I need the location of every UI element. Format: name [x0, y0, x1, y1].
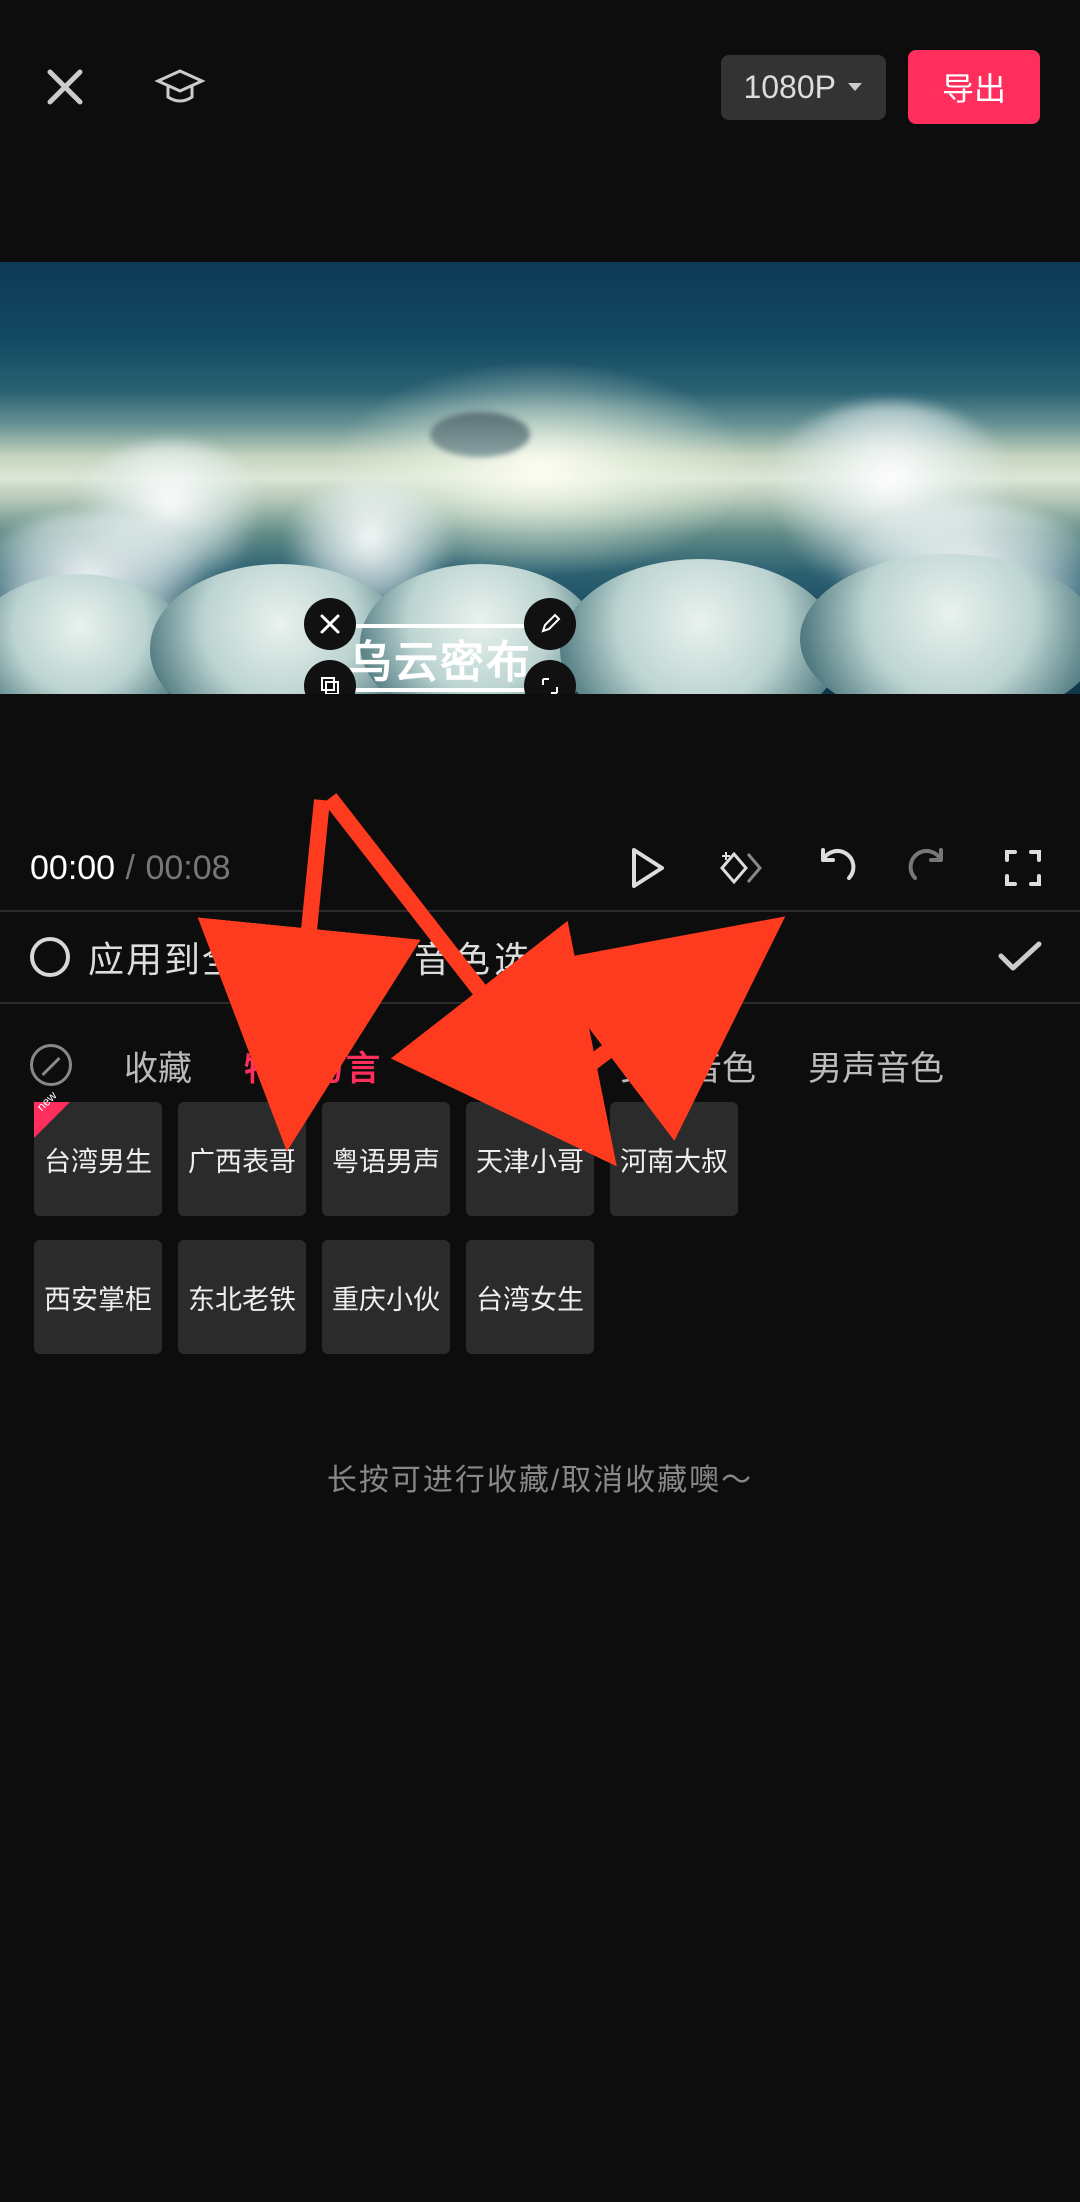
- export-button[interactable]: 导出: [908, 50, 1040, 124]
- tutorial-button[interactable]: [150, 57, 210, 117]
- category-none[interactable]: [30, 1044, 72, 1086]
- fullscreen-button[interactable]: [996, 841, 1050, 895]
- voice-label: 重庆小伙: [332, 1278, 440, 1317]
- time-separator: /: [126, 849, 135, 887]
- voice-categories: 收藏 特色方言 萌趣动漫 女声音色 男声音色: [0, 1025, 1080, 1105]
- apply-all-label: 应用到全部文本: [88, 931, 354, 983]
- hint-text: 长按可进行收藏/取消收藏噢～: [0, 1455, 1080, 1499]
- voice-option[interactable]: 粤语男声: [322, 1102, 450, 1216]
- voice-label: 台湾女生: [476, 1278, 584, 1317]
- voice-option[interactable]: 台湾男生: [34, 1102, 162, 1216]
- time-total: 00:08: [145, 849, 230, 887]
- caret-down-icon: [846, 81, 864, 93]
- voice-option[interactable]: 河南大叔: [610, 1102, 738, 1216]
- voice-option[interactable]: 东北老铁: [178, 1240, 306, 1354]
- undo-icon: [813, 848, 857, 888]
- fullscreen-icon: [1003, 848, 1043, 888]
- voice-option[interactable]: 西安掌柜: [34, 1240, 162, 1354]
- resolution-label: 1080P: [743, 69, 836, 106]
- panel-title: 音色选择: [414, 931, 574, 983]
- check-icon: [995, 938, 1045, 976]
- keyframe-add-icon: [716, 848, 766, 888]
- category-dialect[interactable]: 特色方言: [244, 1041, 380, 1090]
- confirm-button[interactable]: [990, 927, 1050, 987]
- voice-label: 广西表哥: [188, 1140, 296, 1179]
- close-icon: [319, 613, 341, 635]
- category-male[interactable]: 男声音色: [808, 1041, 944, 1090]
- apply-all-checkbox[interactable]: [30, 937, 70, 977]
- voice-option[interactable]: 台湾女生: [466, 1240, 594, 1354]
- category-anime[interactable]: 萌趣动漫: [432, 1041, 568, 1090]
- voice-label: 天津小哥: [476, 1140, 584, 1179]
- time-display: 00:00 / 00:08: [30, 849, 231, 888]
- caption-text: 乌云密布: [348, 626, 532, 690]
- voice-label: 台湾男生: [44, 1140, 152, 1179]
- graduation-cap-icon: [154, 61, 206, 113]
- category-female[interactable]: 女声音色: [620, 1041, 756, 1090]
- voice-grid: 台湾男生 广西表哥 粤语男声 天津小哥 河南大叔 西安掌柜 东北老铁 重庆小伙 …: [34, 1102, 1080, 1354]
- panel-header: 应用到全部文本 音色选择: [0, 910, 1080, 1004]
- caption-text-box[interactable]: 乌云密布: [330, 624, 550, 692]
- new-badge-icon: [34, 1102, 70, 1138]
- play-button[interactable]: [620, 841, 674, 895]
- resolution-button[interactable]: 1080P: [721, 55, 886, 120]
- redo-icon: [907, 848, 951, 888]
- resize-icon: [539, 675, 561, 694]
- time-current: 00:00: [30, 849, 115, 887]
- video-preview[interactable]: 乌云密布: [0, 262, 1080, 694]
- redo-button[interactable]: [902, 841, 956, 895]
- keyframe-button[interactable]: [714, 841, 768, 895]
- voice-label: 粤语男声: [332, 1140, 440, 1179]
- close-button[interactable]: [40, 62, 90, 112]
- pencil-icon: [539, 613, 561, 635]
- copy-icon: [319, 675, 341, 694]
- voice-option[interactable]: 天津小哥: [466, 1102, 594, 1216]
- playbar: 00:00 / 00:08: [0, 838, 1080, 898]
- voice-label: 河南大叔: [620, 1140, 728, 1179]
- voice-option[interactable]: 广西表哥: [178, 1102, 306, 1216]
- category-favorites[interactable]: 收藏: [124, 1041, 192, 1090]
- caption-delete-handle[interactable]: [304, 598, 356, 650]
- voice-label: 东北老铁: [188, 1278, 296, 1317]
- caption-edit-handle[interactable]: [524, 598, 576, 650]
- voice-option[interactable]: 重庆小伙: [322, 1240, 450, 1354]
- play-icon: [630, 848, 664, 888]
- voice-label: 西安掌柜: [44, 1278, 152, 1317]
- close-icon: [44, 66, 86, 108]
- export-label: 导出: [942, 71, 1006, 107]
- undo-button[interactable]: [808, 841, 862, 895]
